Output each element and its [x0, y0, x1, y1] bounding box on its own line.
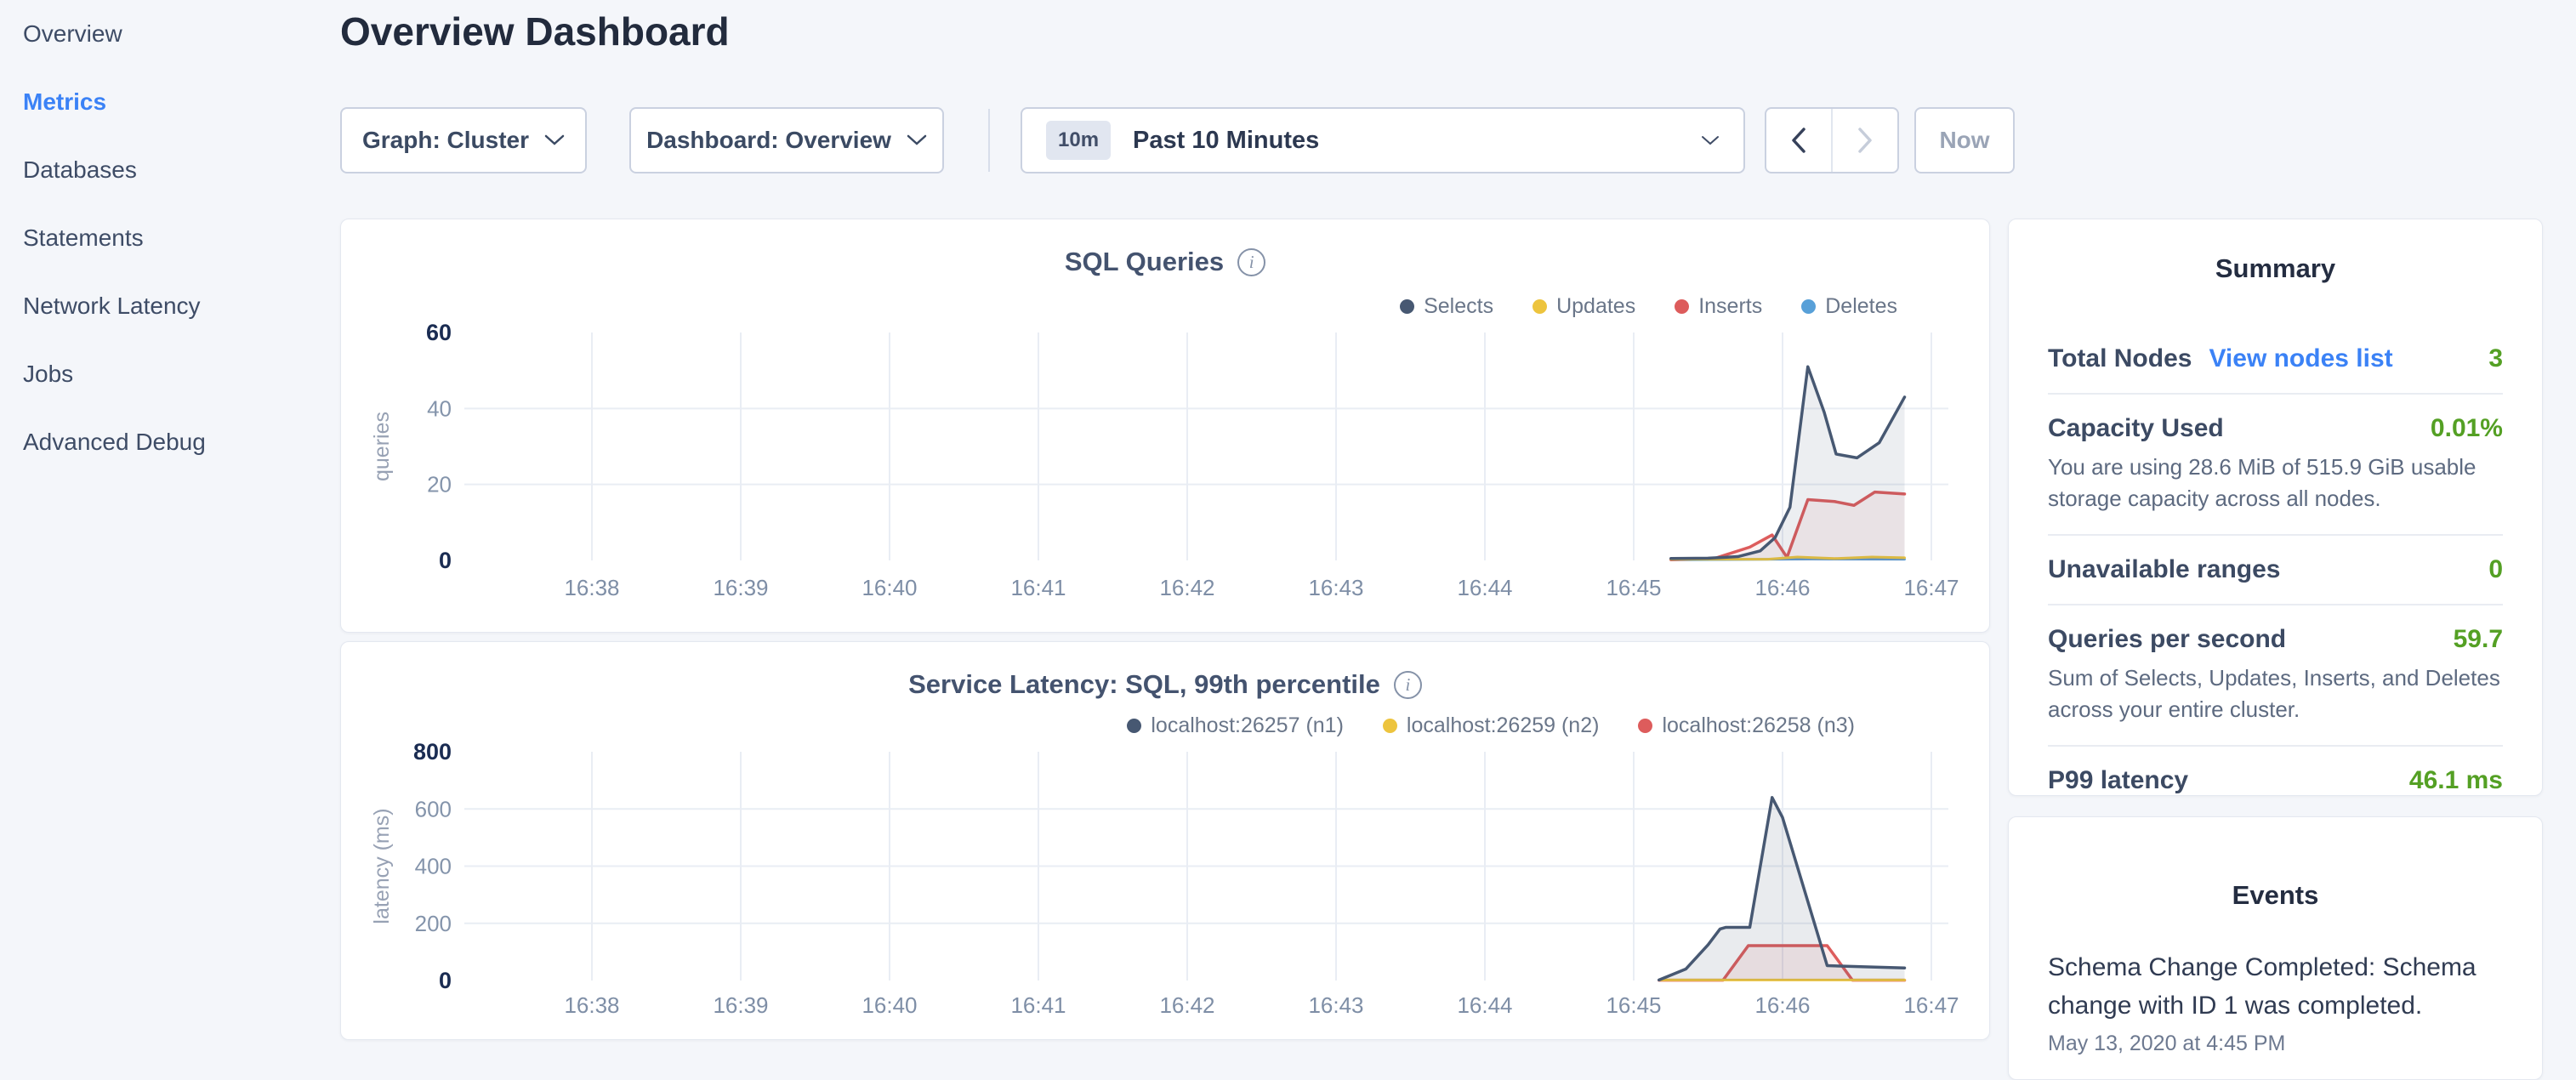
chevron-right-icon	[1857, 128, 1873, 153]
summary-row: Queries per second 59.7 Sum of Selects, Up…	[2048, 604, 2503, 745]
svg-text:16:42: 16:42	[1159, 992, 1214, 1018]
svg-text:400: 400	[415, 854, 452, 879]
svg-text:16:47: 16:47	[1903, 992, 1959, 1018]
sidebar-item-network-latency[interactable]: Network Latency	[23, 272, 312, 340]
sidebar-item-metrics[interactable]: Metrics	[23, 68, 312, 136]
time-step-forward-button[interactable]	[1831, 109, 1897, 172]
time-range-label: Past 10 Minutes	[1133, 127, 1319, 155]
svg-text:queries: queries	[370, 412, 394, 481]
summary-row: Unavailable ranges 0	[2048, 534, 2503, 604]
sql-queries-plot[interactable]: 16:38 16:39 16:40 16:41 16:42 16:43 16:44 16:45…	[341, 219, 1991, 634]
svg-text:16:41: 16:41	[1010, 992, 1066, 1018]
svg-text:200: 200	[415, 911, 452, 936]
summary-row-main: Unavailable ranges 0	[2048, 555, 2503, 584]
svg-text:16:39: 16:39	[713, 575, 768, 600]
chevron-down-icon	[544, 134, 565, 146]
svg-text:16:39: 16:39	[713, 992, 768, 1018]
svg-text:16:40: 16:40	[862, 575, 917, 600]
summary-row-label: Queries per second	[2048, 625, 2286, 654]
sidebar-item-statements[interactable]: Statements	[23, 204, 312, 272]
summary-row-value: 0.01%	[2431, 414, 2503, 443]
summary-row-value: 0	[2488, 555, 2503, 584]
svg-text:16:43: 16:43	[1308, 575, 1363, 600]
time-range-picker[interactable]: 10m Past 10 Minutes	[1021, 107, 1745, 173]
svg-text:16:42: 16:42	[1159, 575, 1214, 600]
main-content: Overview Dashboard Graph: Cluster Dashbo…	[340, 0, 1990, 1051]
dashboard-dropdown[interactable]: Dashboard: Overview	[629, 107, 944, 173]
summary-row-label: Capacity Used	[2048, 414, 2224, 443]
now-button[interactable]: Now	[1914, 107, 2015, 173]
summary-row-main: P99 latency 46.1 ms	[2048, 766, 2503, 795]
svg-text:latency (ms): latency (ms)	[370, 808, 394, 924]
service-latency-chart-card: Service Latency: SQL, 99th percentile i …	[340, 641, 1990, 1040]
chevron-down-icon	[1701, 135, 1720, 146]
svg-text:16:45: 16:45	[1606, 575, 1661, 600]
events-panel: Events Schema Change Completed: Schema c…	[2008, 816, 2543, 1080]
controls-bar: Graph: Cluster Dashboard: Overview 10m P…	[340, 107, 1990, 173]
event-item[interactable]: Schema Change Completed: Schema change w…	[2048, 948, 2503, 1056]
summary-row-label: Unavailable ranges	[2048, 555, 2280, 584]
sidebar-item-overview[interactable]: Overview	[23, 0, 312, 68]
summary-row-label: P99 latency	[2048, 766, 2188, 795]
chevron-down-icon	[907, 134, 927, 146]
svg-text:60: 60	[426, 320, 452, 345]
time-step-back-button[interactable]	[1766, 109, 1831, 172]
dashboard-label: Dashboard: Overview	[646, 127, 891, 154]
time-step-button-group	[1765, 107, 1899, 173]
svg-text:16:41: 16:41	[1010, 575, 1066, 600]
svg-text:16:44: 16:44	[1457, 992, 1512, 1018]
page-title: Overview Dashboard	[340, 9, 730, 54]
svg-text:0: 0	[439, 968, 452, 993]
chevron-left-icon	[1791, 128, 1806, 153]
summary-row-value: 59.7	[2454, 625, 2503, 654]
events-title: Events	[2048, 880, 2503, 911]
controls-divider	[988, 109, 990, 172]
svg-text:600: 600	[415, 796, 452, 821]
summary-row-description: Sum of Selects, Updates, Inserts, and De…	[2048, 662, 2503, 725]
svg-text:16:40: 16:40	[862, 992, 917, 1018]
summary-row: P99 latency 46.1 ms	[2048, 745, 2503, 815]
svg-text:16:44: 16:44	[1457, 575, 1512, 600]
summary-row: Total Nodes View nodes list 3	[2048, 325, 2503, 393]
svg-text:16:38: 16:38	[564, 575, 619, 600]
svg-text:20: 20	[427, 472, 452, 497]
summary-row-value: 3	[2488, 344, 2503, 373]
svg-text:16:46: 16:46	[1754, 992, 1810, 1018]
svg-text:16:38: 16:38	[564, 992, 619, 1018]
svg-text:40: 40	[427, 395, 452, 421]
summary-panel: Summary Total Nodes View nodes list 3 Capac…	[2008, 219, 2543, 796]
event-timestamp: May 13, 2020 at 4:45 PM	[2048, 1032, 2503, 1056]
time-range-badge: 10m	[1046, 121, 1111, 160]
event-items: Schema Change Completed: Schema change w…	[2048, 948, 2503, 1056]
summary-row-main: Total Nodes View nodes list 3	[2048, 344, 2503, 373]
summary-row-main: Capacity Used 0.01%	[2048, 414, 2503, 443]
view-nodes-list-link[interactable]: View nodes list	[2209, 344, 2392, 373]
sidebar-item-advanced-debug[interactable]: Advanced Debug	[23, 408, 312, 476]
event-text: Schema Change Completed: Schema change w…	[2048, 948, 2503, 1025]
sidebar-item-databases[interactable]: Databases	[23, 136, 312, 204]
summary-title: Summary	[2048, 253, 2503, 284]
now-button-label: Now	[1939, 127, 1989, 154]
summary-row-main: Queries per second 59.7	[2048, 625, 2503, 654]
service-latency-plot[interactable]: 16:38 16:39 16:40 16:41 16:42 16:43 16:44 16:45…	[341, 642, 1991, 1041]
graph-scope-label: Graph: Cluster	[362, 127, 529, 154]
svg-text:16:47: 16:47	[1903, 575, 1959, 600]
sidebar-nav: OverviewMetricsDatabasesStatementsNetwor…	[23, 0, 312, 476]
summary-row: Capacity Used 0.01% You are using 28.6 MiB…	[2048, 393, 2503, 534]
summary-row-value: 46.1 ms	[2409, 766, 2503, 795]
svg-text:16:43: 16:43	[1308, 992, 1363, 1018]
svg-text:16:46: 16:46	[1754, 575, 1810, 600]
svg-text:16:45: 16:45	[1606, 992, 1661, 1018]
svg-text:800: 800	[413, 739, 452, 765]
sidebar-item-jobs[interactable]: Jobs	[23, 340, 312, 408]
graph-scope-dropdown[interactable]: Graph: Cluster	[340, 107, 587, 173]
svg-text:0: 0	[439, 548, 452, 573]
summary-row-description: You are using 28.6 MiB of 515.9 GiB usab…	[2048, 452, 2503, 514]
sql-queries-chart-card: SQL Queries i SelectsUpdatesInsertsDelet…	[340, 219, 1990, 633]
summary-row-label: Total Nodes	[2048, 344, 2192, 373]
summary-rows: Total Nodes View nodes list 3 Capacity Used…	[2048, 325, 2503, 815]
